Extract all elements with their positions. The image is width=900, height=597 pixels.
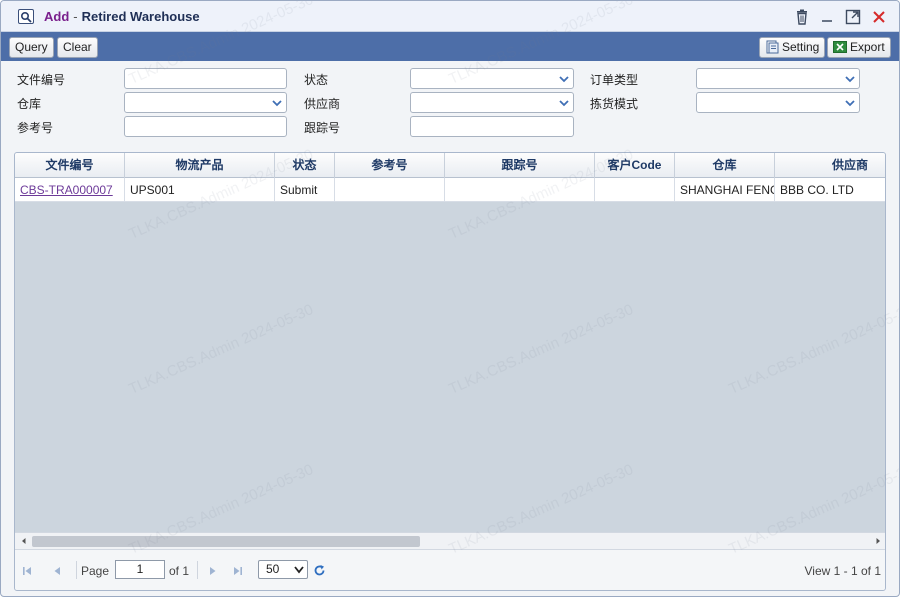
- supplier-label: 供应商: [304, 97, 341, 111]
- table-cell: SHANGHAI FENGXIAN: [675, 178, 775, 202]
- scroll-thumb[interactable]: [32, 536, 420, 547]
- page-label: Page: [81, 564, 110, 578]
- chevron-down-icon: [559, 76, 569, 83]
- tracking-no-input[interactable]: [410, 116, 574, 137]
- query-button[interactable]: Query: [9, 37, 54, 58]
- status-label: 状态: [304, 73, 329, 87]
- column-header[interactable]: 文件编号: [15, 153, 125, 178]
- supplier-select[interactable]: [410, 92, 574, 113]
- column-header[interactable]: 参考号: [335, 153, 445, 178]
- column-header[interactable]: 物流产品: [125, 153, 275, 178]
- clear-button[interactable]: Clear: [57, 37, 98, 58]
- title-bar: Add - Retired Warehouse: [1, 1, 899, 32]
- page-size-value: 50: [266, 562, 280, 576]
- order-type-label: 订单类型: [590, 73, 639, 87]
- table-row[interactable]: CBS-TRA000007 UPS001 Submit SHANGHAI FEN…: [15, 178, 885, 202]
- pager-separator: [197, 561, 198, 579]
- setting-label: Setting: [782, 40, 820, 54]
- pager: Page 1 of 1 50 View 1 - 1 of 1: [15, 549, 885, 590]
- prev-page-icon[interactable]: [51, 565, 63, 577]
- table-cell: BBB CO. LTD: [780, 183, 854, 197]
- refresh-icon[interactable]: [313, 564, 326, 577]
- pager-separator: [76, 561, 77, 579]
- title-separator: -: [73, 9, 78, 24]
- title-main: Retired Warehouse: [81, 9, 200, 24]
- pick-mode-label: 拣货模式: [590, 97, 639, 111]
- last-page-icon[interactable]: [232, 565, 244, 577]
- column-header[interactable]: 状态: [275, 153, 335, 178]
- setting-button[interactable]: Setting: [759, 37, 826, 58]
- next-page-icon[interactable]: [207, 565, 219, 577]
- filter-form: 文件编号 状态 订单类型 仓库 供应商 拣货模式 参考号 跟踪号: [1, 61, 899, 149]
- grid-header: 文件编号 物流产品 状态 参考号 跟踪号 客户Code 仓库 供应商: [15, 153, 885, 178]
- column-header[interactable]: 供应商: [775, 153, 885, 178]
- window-search-icon: [18, 9, 34, 24]
- first-page-icon[interactable]: [21, 565, 33, 577]
- doc-no-input[interactable]: [124, 68, 287, 89]
- warehouse-label: 仓库: [17, 97, 42, 111]
- close-icon[interactable]: [871, 9, 887, 25]
- page-of-label: of 1: [169, 564, 190, 578]
- scroll-right-icon[interactable]: [873, 536, 883, 546]
- warehouse-select[interactable]: [124, 92, 287, 113]
- window-title: Add - Retired Warehouse: [44, 9, 200, 24]
- view-range-text: View 1 - 1 of 1: [804, 564, 882, 578]
- doc-no-label: 文件编号: [17, 73, 66, 87]
- trash-icon[interactable]: [794, 9, 810, 25]
- scroll-left-icon[interactable]: [19, 536, 29, 546]
- table-cell: UPS001: [125, 178, 275, 202]
- setting-icon: [765, 40, 779, 54]
- excel-icon: [833, 40, 847, 54]
- title-prefix: Add: [44, 9, 70, 24]
- order-type-select[interactable]: [696, 68, 860, 89]
- column-header[interactable]: 跟踪号: [445, 153, 595, 178]
- tracking-no-label: 跟踪号: [304, 121, 341, 135]
- pick-mode-select[interactable]: [696, 92, 860, 113]
- page-size-select[interactable]: 50: [258, 560, 308, 579]
- toolbar: Query Clear Setting Export: [1, 32, 899, 61]
- ref-no-label: 参考号: [17, 121, 54, 135]
- table-cell: [595, 178, 675, 202]
- horizontal-scrollbar[interactable]: [15, 532, 885, 549]
- table-cell: [445, 178, 595, 202]
- export-button[interactable]: Export: [827, 37, 891, 58]
- add-window: Add - Retired Warehouse Query Clear Settin…: [0, 0, 900, 597]
- results-grid: 文件编号 物流产品 状态 参考号 跟踪号 客户Code 仓库 供应商 CBS-T…: [14, 152, 886, 591]
- ref-no-input[interactable]: [124, 116, 287, 137]
- chevron-down-icon: [845, 100, 855, 107]
- page-input[interactable]: 1: [115, 560, 165, 579]
- column-header[interactable]: 仓库: [675, 153, 775, 178]
- chevron-down-icon: [272, 100, 282, 107]
- status-select[interactable]: [410, 68, 574, 89]
- doc-no-link[interactable]: CBS-TRA000007: [15, 178, 125, 202]
- table-cell: Submit: [275, 178, 335, 202]
- chevron-down-icon: [294, 566, 304, 574]
- column-header[interactable]: 客户Code: [595, 153, 675, 178]
- chevron-down-icon: [845, 76, 855, 83]
- export-label: Export: [850, 40, 885, 54]
- maximize-icon[interactable]: [845, 9, 861, 25]
- minimize-icon[interactable]: [819, 9, 835, 25]
- table-cell: [335, 178, 445, 202]
- chevron-down-icon: [559, 100, 569, 107]
